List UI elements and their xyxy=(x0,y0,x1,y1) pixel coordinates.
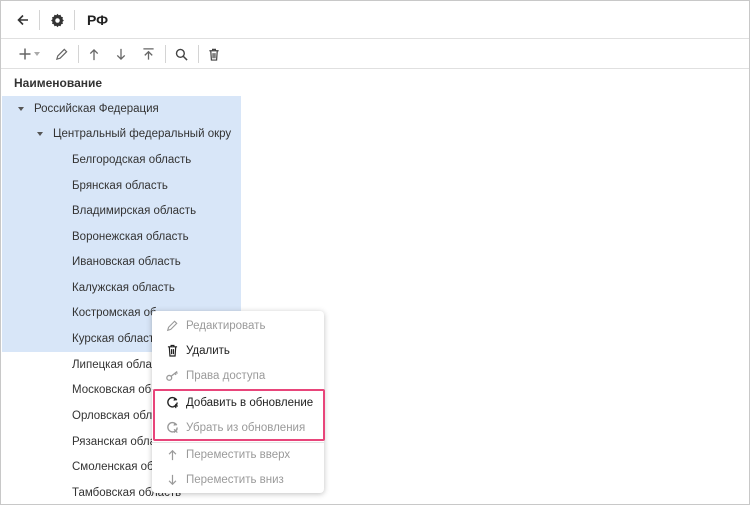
arrow-up-icon xyxy=(89,48,99,60)
tree-row[interactable]: Брянская область xyxy=(72,173,168,198)
search-button[interactable] xyxy=(171,44,191,64)
menu-item-label: Права доступа xyxy=(186,369,266,382)
tree-row[interactable]: Липецкая облас xyxy=(72,352,158,377)
gear-icon xyxy=(50,13,64,27)
tree-row[interactable]: Орловская обла xyxy=(72,403,159,428)
move-to-top-button[interactable] xyxy=(138,44,158,64)
menu-item-add-to-update[interactable]: Добавить в обновление xyxy=(152,390,324,415)
tree-row-label: Центральный федеральный окру xyxy=(53,127,232,140)
arrow-down-icon xyxy=(165,473,179,487)
plus-icon xyxy=(19,48,31,60)
tree-row[interactable]: Московская об xyxy=(72,377,151,402)
tree-row[interactable]: Воронежская область xyxy=(72,224,189,249)
menu-item-label: Удалить xyxy=(186,344,230,357)
tree-row[interactable]: Белгородская область xyxy=(72,147,191,172)
trash-icon xyxy=(209,48,219,61)
menu-item-access-rights[interactable]: Права доступа xyxy=(152,363,324,388)
tree-row[interactable]: Калужская область xyxy=(72,275,175,300)
menu-item-label: Добавить в обновление xyxy=(186,396,314,409)
edit-button[interactable] xyxy=(51,44,71,64)
menu-item-label: Переместить вверх xyxy=(186,448,291,461)
refresh-add-icon xyxy=(165,396,179,410)
tree-row-label: Калужская область xyxy=(72,281,175,294)
key-icon xyxy=(165,369,179,383)
column-header-name[interactable]: Наименование xyxy=(14,76,102,90)
tree-row-label: Владимирская область xyxy=(72,204,197,217)
context-menu: Редактировать Удалить Права доступа Доба… xyxy=(152,311,324,493)
menu-item-label: Редактировать xyxy=(186,319,266,332)
title-bar: РФ xyxy=(1,1,749,39)
menu-item-label: Убрать из обновления xyxy=(186,421,306,434)
trash-icon xyxy=(165,344,179,358)
toolbar-separator xyxy=(165,45,166,63)
move-down-button[interactable] xyxy=(111,44,131,64)
tree-row-label: Ивановская область xyxy=(72,255,181,268)
pencil-icon xyxy=(165,319,179,333)
caret-down-icon[interactable] xyxy=(18,106,24,111)
menu-item-edit[interactable]: Редактировать xyxy=(152,313,324,338)
tree-row[interactable]: Смоленская обл xyxy=(72,454,160,479)
toolbar xyxy=(1,39,749,69)
menu-item-move-up[interactable]: Переместить вверх xyxy=(152,442,324,467)
tree-row-label: Курская област xyxy=(72,332,155,345)
pencil-icon xyxy=(55,48,67,60)
tree-row-label: Липецкая облас xyxy=(72,358,158,371)
move-up-button[interactable] xyxy=(84,44,104,64)
toolbar-separator xyxy=(78,45,79,63)
caret-down-icon[interactable] xyxy=(37,131,43,136)
menu-item-move-down[interactable]: Переместить вниз xyxy=(152,467,324,492)
chevron-down-icon xyxy=(34,52,40,56)
refresh-remove-icon xyxy=(165,421,179,435)
tree-row-label: Российская Федерация xyxy=(34,102,159,115)
menu-item-delete[interactable]: Удалить xyxy=(152,338,324,363)
tree-row[interactable]: Владимирская область xyxy=(72,198,196,223)
tree-row[interactable]: Рязанская обла xyxy=(72,429,156,454)
arrow-up-icon xyxy=(165,448,179,462)
menu-item-remove-from-update[interactable]: Убрать из обновления xyxy=(152,415,324,440)
tree-row[interactable]: Костромская об xyxy=(72,300,157,325)
toolbar-separator xyxy=(198,45,199,63)
tree-row-label: Воронежская область xyxy=(72,230,189,243)
tree-row-label: Рязанская обла xyxy=(72,435,156,448)
add-dropdown-button[interactable] xyxy=(32,44,42,64)
search-icon xyxy=(175,48,188,61)
tree-row[interactable]: Российская Федерация xyxy=(18,96,159,121)
tree-row[interactable]: Курская област xyxy=(72,326,154,351)
arrow-left-icon xyxy=(17,14,28,26)
back-button[interactable] xyxy=(13,10,33,30)
tree-row[interactable]: Центральный федеральный окру xyxy=(37,121,231,146)
menu-item-label: Переместить вниз xyxy=(186,473,284,486)
title-separator xyxy=(74,10,75,30)
tree-row-label: Белгородская область xyxy=(72,153,192,166)
tree-row-label: Брянская область xyxy=(72,179,168,192)
arrow-to-top-icon xyxy=(142,48,154,60)
tree-row[interactable]: Ивановская область xyxy=(72,249,181,274)
tree-row-label: Орловская обла xyxy=(72,409,159,422)
settings-button[interactable] xyxy=(47,10,67,30)
delete-button[interactable] xyxy=(204,44,224,64)
arrow-down-icon xyxy=(116,48,126,60)
tree-row-label: Смоленская обл xyxy=(72,460,160,473)
title-separator xyxy=(39,10,40,30)
tree-row-label: Московская об xyxy=(72,383,152,396)
page-title: РФ xyxy=(87,12,109,28)
window: РФ Наименование Российская Федерация Цен… xyxy=(0,0,750,505)
tree-row-label: Костромская об xyxy=(72,306,157,319)
